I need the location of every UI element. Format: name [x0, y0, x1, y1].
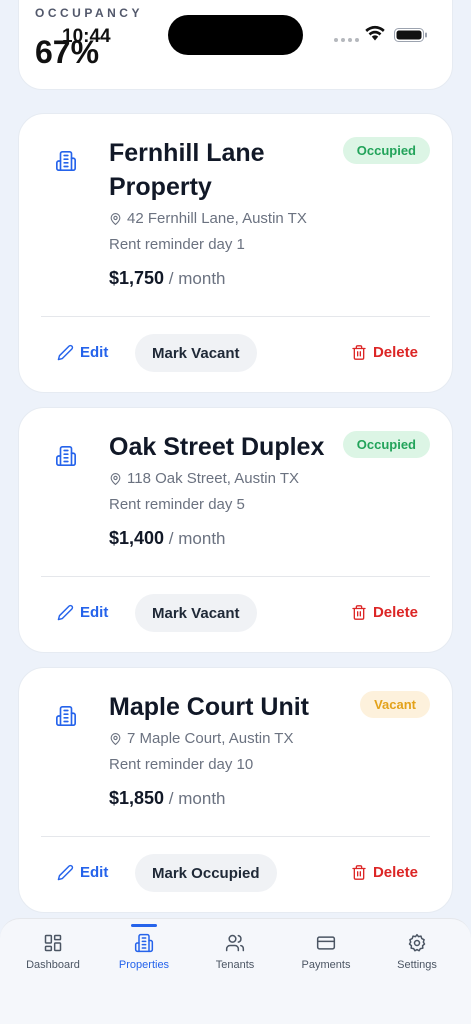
- status-bar: 10:44: [0, 0, 471, 70]
- property-name: Maple Court Unit: [109, 693, 309, 721]
- pencil-icon: [57, 344, 74, 361]
- rent-period: / month: [168, 529, 226, 548]
- map-pin-icon: [110, 212, 121, 225]
- users-icon: [225, 934, 245, 952]
- card-divider: [41, 836, 430, 837]
- card-divider: [41, 316, 430, 317]
- trash-icon: [352, 865, 366, 880]
- delete-label: Delete: [372, 344, 418, 361]
- tab-settings[interactable]: Settings: [370, 919, 464, 989]
- credit-card-icon: [316, 936, 336, 950]
- rent-period: / month: [168, 789, 226, 808]
- status-badge: Vacant: [360, 691, 430, 718]
- tab-label: Dashboard: [26, 959, 80, 971]
- delete-label: Delete: [372, 864, 418, 881]
- rent-value: $1,400: [109, 528, 165, 548]
- tab-label: Tenants: [215, 959, 255, 971]
- map-pin-icon: [110, 732, 121, 745]
- rent-amount: $1,750 / month: [109, 268, 226, 289]
- property-card[interactable]: Maple Court Unit Vacant 7 Maple Court, A…: [18, 667, 453, 913]
- tab-label: Properties: [118, 959, 170, 971]
- address-text: 42 Fernhill Lane, Austin TX: [127, 210, 307, 227]
- rent-reminder: Rent reminder day 10: [109, 756, 254, 773]
- property-address: 42 Fernhill Lane, Austin TX: [109, 210, 307, 227]
- building-icon: [56, 446, 76, 466]
- edit-button[interactable]: Edit: [57, 604, 108, 621]
- status-badge: Occupied: [342, 431, 430, 458]
- edit-label: Edit: [80, 344, 109, 361]
- rent-amount: $1,850 / month: [109, 788, 226, 809]
- mark-occupied-button[interactable]: Mark Occupied: [135, 854, 277, 892]
- edit-label: Edit: [80, 604, 109, 621]
- property-name: Fernhill Lane Property: [109, 139, 265, 201]
- active-tab-indicator: [131, 924, 157, 927]
- status-badge: Occupied: [342, 137, 430, 164]
- building-icon: [56, 151, 76, 171]
- dynamic-island: [168, 15, 303, 55]
- tab-properties[interactable]: Properties: [97, 919, 191, 989]
- rent-value: $1,750: [109, 268, 165, 288]
- edit-button[interactable]: Edit: [57, 864, 108, 881]
- pencil-icon: [57, 864, 74, 881]
- property-address: 7 Maple Court, Austin TX: [109, 730, 293, 747]
- tab-payments[interactable]: Payments: [279, 919, 373, 989]
- property-address: 118 Oak Street, Austin TX: [109, 470, 299, 487]
- cellular-signal-icon: [334, 38, 359, 42]
- address-text: 7 Maple Court, Austin TX: [127, 730, 294, 747]
- trash-icon: [352, 605, 366, 620]
- rent-value: $1,850: [109, 788, 165, 808]
- battery-icon: [394, 28, 427, 42]
- tab-dashboard[interactable]: Dashboard: [6, 919, 100, 989]
- property-name: Oak Street Duplex: [109, 433, 325, 461]
- delete-button[interactable]: Delete: [351, 344, 418, 361]
- gear-icon: [408, 933, 426, 952]
- rent-reminder: Rent reminder day 1: [109, 236, 245, 253]
- delete-button[interactable]: Delete: [351, 604, 418, 621]
- trash-icon: [352, 345, 366, 360]
- edit-label: Edit: [80, 864, 109, 881]
- tab-label: Payments: [301, 959, 351, 971]
- wifi-icon: [365, 25, 385, 41]
- property-card[interactable]: Oak Street Duplex Occupied 118 Oak Stree…: [18, 407, 453, 653]
- building-icon: [56, 706, 76, 726]
- tab-label: Settings: [397, 959, 437, 971]
- dashboard-grid-icon: [44, 934, 62, 952]
- edit-button[interactable]: Edit: [57, 344, 108, 361]
- card-divider: [41, 576, 430, 577]
- rent-amount: $1,400 / month: [109, 528, 226, 549]
- address-text: 118 Oak Street, Austin TX: [127, 470, 300, 487]
- building-icon: [134, 933, 154, 953]
- rent-reminder: Rent reminder day 5: [109, 496, 245, 513]
- pencil-icon: [57, 604, 74, 621]
- delete-button[interactable]: Delete: [351, 864, 418, 881]
- property-card[interactable]: Fernhill Lane Property Occupied 42 Fernh…: [18, 113, 453, 393]
- map-pin-icon: [110, 472, 121, 485]
- bottom-tab-bar: Dashboard Properties Tenants Payments Se…: [0, 918, 471, 1024]
- rent-period: / month: [168, 269, 226, 288]
- tab-tenants[interactable]: Tenants: [188, 919, 282, 989]
- mark-vacant-button[interactable]: Mark Vacant: [135, 334, 257, 372]
- mark-vacant-button[interactable]: Mark Vacant: [135, 594, 257, 632]
- delete-label: Delete: [372, 604, 418, 621]
- status-time: 10:44: [62, 26, 111, 47]
